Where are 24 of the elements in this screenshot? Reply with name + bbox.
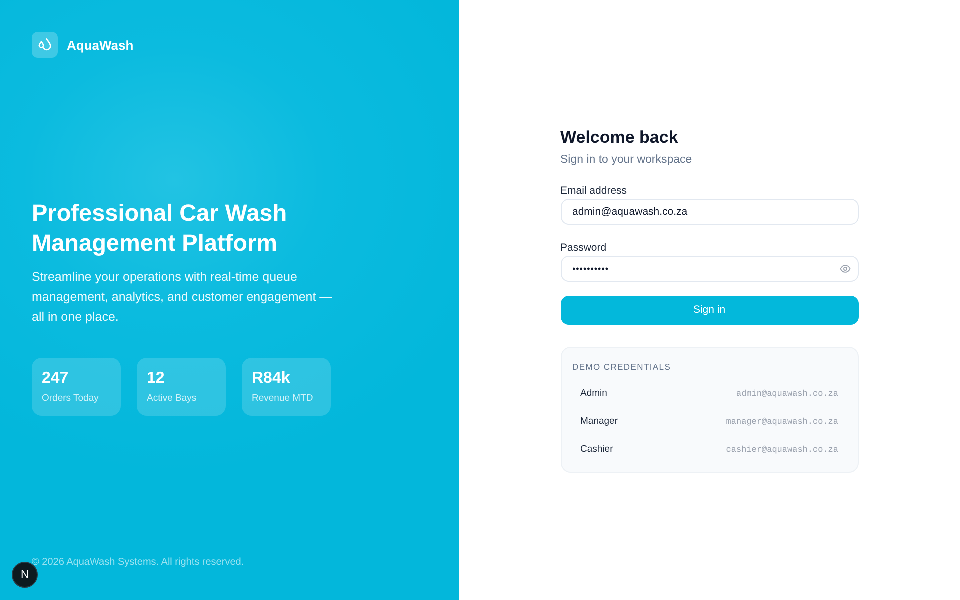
hero-headline: Professional Car Wash Management Platform <box>32 199 288 258</box>
stat-label: Active Bays <box>147 393 198 405</box>
field-label: Email address <box>560 184 628 198</box>
account-email: cashier@aquawash.co.za <box>726 444 838 454</box>
hero-description: Streamline your operations with real-time queue management, analytics, and customer engagement — all in one place. <box>32 269 334 326</box>
account-role: Cashier <box>580 444 614 455</box>
stat-value: R84k <box>252 370 292 388</box>
brand-name: AquaWash <box>67 38 134 52</box>
password-field[interactable]: •••••••••• <box>560 256 858 282</box>
form-title: Welcome back <box>560 128 678 148</box>
form-subtitle: Sign in to your workspace <box>560 152 692 168</box>
account-email: admin@aquawash.co.za <box>736 388 838 398</box>
stat-label: Revenue MTD <box>252 393 314 405</box>
droplets-icon <box>32 32 58 58</box>
account-email: manager@aquawash.co.za <box>726 416 838 426</box>
stat-label: Orders Today <box>42 393 100 405</box>
account-role: Manager <box>580 416 618 427</box>
field-label: Password <box>560 240 607 254</box>
account-role: Admin <box>580 388 608 399</box>
email-field[interactable]: admin@aquawash.co.za <box>560 198 858 224</box>
stat-value: 12 <box>147 370 166 388</box>
demo-credentials-title: DEMO CREDENTIALS <box>572 360 672 374</box>
eye-icon[interactable] <box>840 264 850 272</box>
stat-value: 247 <box>42 370 70 388</box>
